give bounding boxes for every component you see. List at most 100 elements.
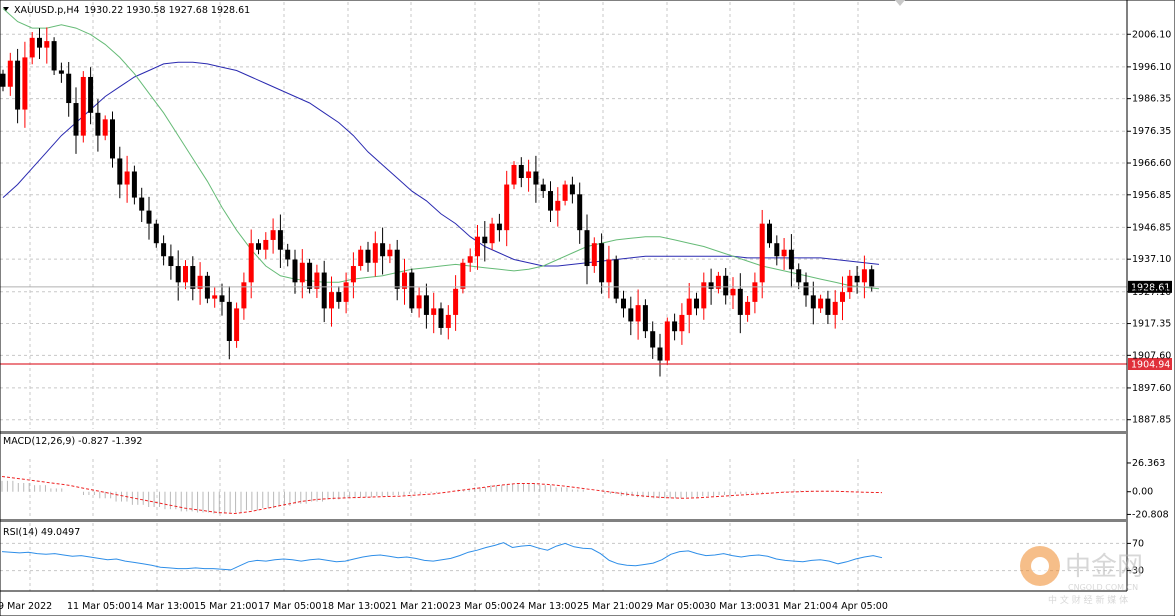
candle-bear [285, 249, 291, 260]
candle-bull [701, 282, 707, 309]
macd-title: MACD(12,26,9) -0.827 -1.392 [3, 436, 142, 447]
candle-bear [117, 158, 123, 185]
candle-bear [621, 298, 626, 309]
x-tick-label: 30 Mar 13:00 [704, 601, 767, 612]
candle-bull [504, 184, 510, 231]
candle-bear [672, 321, 678, 332]
candle-bear [277, 230, 283, 250]
candle-bull [489, 223, 495, 244]
candle-bull [511, 164, 517, 185]
x-tick-label: 17 Mar 05:00 [258, 601, 321, 612]
candle-bull [329, 292, 334, 309]
candle-bear [694, 298, 699, 309]
candle-bear [657, 347, 663, 361]
y-tick-label: 1917.35 [1132, 319, 1171, 330]
candle-bear [803, 282, 809, 296]
candle-bear [110, 119, 115, 159]
rsi-line [1, 542, 883, 571]
chart-header: XAUUSD.p,H4 1930.22 1930.58 1927.68 1928… [3, 5, 250, 16]
candle-bull [664, 321, 670, 361]
candle-bear [190, 266, 196, 289]
candle-bull [44, 41, 50, 48]
candle-bear [723, 275, 729, 296]
candle-bear [219, 295, 225, 302]
candle-bear [548, 191, 553, 211]
candle-bear [854, 275, 860, 283]
watermark: 中金网 CNGOLD.COM.CN 中 文 财 经 新 媒 体 [1020, 546, 1143, 606]
x-tick-label: 11 Mar 05:00 [67, 601, 130, 612]
ohlc-readout: 1930.22 1930.58 1927.68 1928.61 [84, 5, 250, 16]
rsi-panel [0, 542, 1127, 572]
y-tick-label: 1976.35 [1132, 126, 1171, 137]
chart-shift-marker-icon[interactable] [895, 0, 905, 6]
candle-bull [241, 282, 247, 309]
candle-bull [635, 305, 641, 322]
x-tick-label: 9 Mar 2022 [0, 601, 52, 612]
candle-bull [745, 301, 751, 315]
candle-bear [650, 331, 656, 348]
candle-bear [518, 164, 524, 179]
candle-bull [431, 308, 437, 315]
candle-bear [767, 223, 772, 244]
candle-bear [336, 292, 342, 302]
candle-bull [526, 171, 532, 179]
moving-averages [2, 8, 880, 290]
candle-bear [161, 243, 167, 257]
x-tick-label: 24 Mar 13:00 [513, 601, 576, 612]
candle-bull [847, 275, 853, 293]
candle-bear [95, 112, 101, 136]
chart-frame [0, 0, 1175, 616]
candle-bull [679, 314, 685, 332]
rsi-y-tick-label: 70 [1132, 538, 1144, 549]
candle-bull [29, 37, 35, 58]
candle-bull [840, 292, 845, 302]
candle-bull [555, 200, 561, 211]
candle-bull [752, 282, 758, 302]
candle-bull [416, 295, 422, 309]
candle-bear [810, 295, 816, 309]
candle-bull [124, 171, 130, 185]
brand-domain: CNGOLD.COM.CN [1068, 583, 1138, 592]
price-candles [0, 27, 875, 377]
candle-bull [759, 223, 765, 283]
x-tick-label: 18 Mar 13:00 [322, 601, 385, 612]
ma-slow-line [2, 61, 880, 267]
y-tick-label: 1996.10 [1132, 62, 1171, 73]
candle-bull [730, 288, 736, 296]
candle-bear [394, 249, 400, 289]
panel-separator [0, 519, 1127, 522]
candle-bear [496, 223, 502, 231]
candle-bear [168, 256, 174, 267]
y-tick-label: 1907.60 [1132, 350, 1171, 361]
symbol-label: XAUUSD.p,H4 [14, 5, 80, 16]
y-tick-label: 1966.60 [1132, 158, 1171, 169]
candle-bear [175, 266, 181, 283]
candle-bear [0, 73, 6, 87]
candle-bear [409, 272, 415, 309]
candle-bear [146, 210, 152, 224]
candle-bear [869, 269, 875, 287]
candle-bear [365, 249, 371, 263]
candle-bear [15, 60, 21, 110]
x-tick-label: 31 Mar 21:00 [768, 601, 831, 612]
x-tick-label: 23 Mar 05:00 [449, 601, 512, 612]
candle-bull [460, 262, 466, 289]
candle-bull [818, 298, 824, 309]
y-tick-label: 1956.85 [1132, 190, 1171, 201]
x-tick-label: 14 Mar 13:00 [131, 601, 194, 612]
candle-bull [80, 76, 86, 136]
candle-bull [299, 262, 305, 283]
panel-separator [0, 431, 1127, 434]
candle-bear [577, 194, 583, 231]
x-tick-label: 21 Mar 21:00 [385, 601, 448, 612]
y-tick-label: 2006.10 [1132, 29, 1171, 40]
candle-bear [51, 41, 57, 71]
candle-bear [37, 37, 42, 48]
candle-bear [584, 230, 590, 267]
candle-bull [606, 259, 612, 283]
grid [0, 2, 1127, 591]
candle-bull [22, 57, 28, 110]
candle-bear [825, 298, 831, 315]
y-tick-label: 1897.60 [1132, 383, 1171, 394]
y-tick-label: 1986.35 [1132, 94, 1171, 105]
